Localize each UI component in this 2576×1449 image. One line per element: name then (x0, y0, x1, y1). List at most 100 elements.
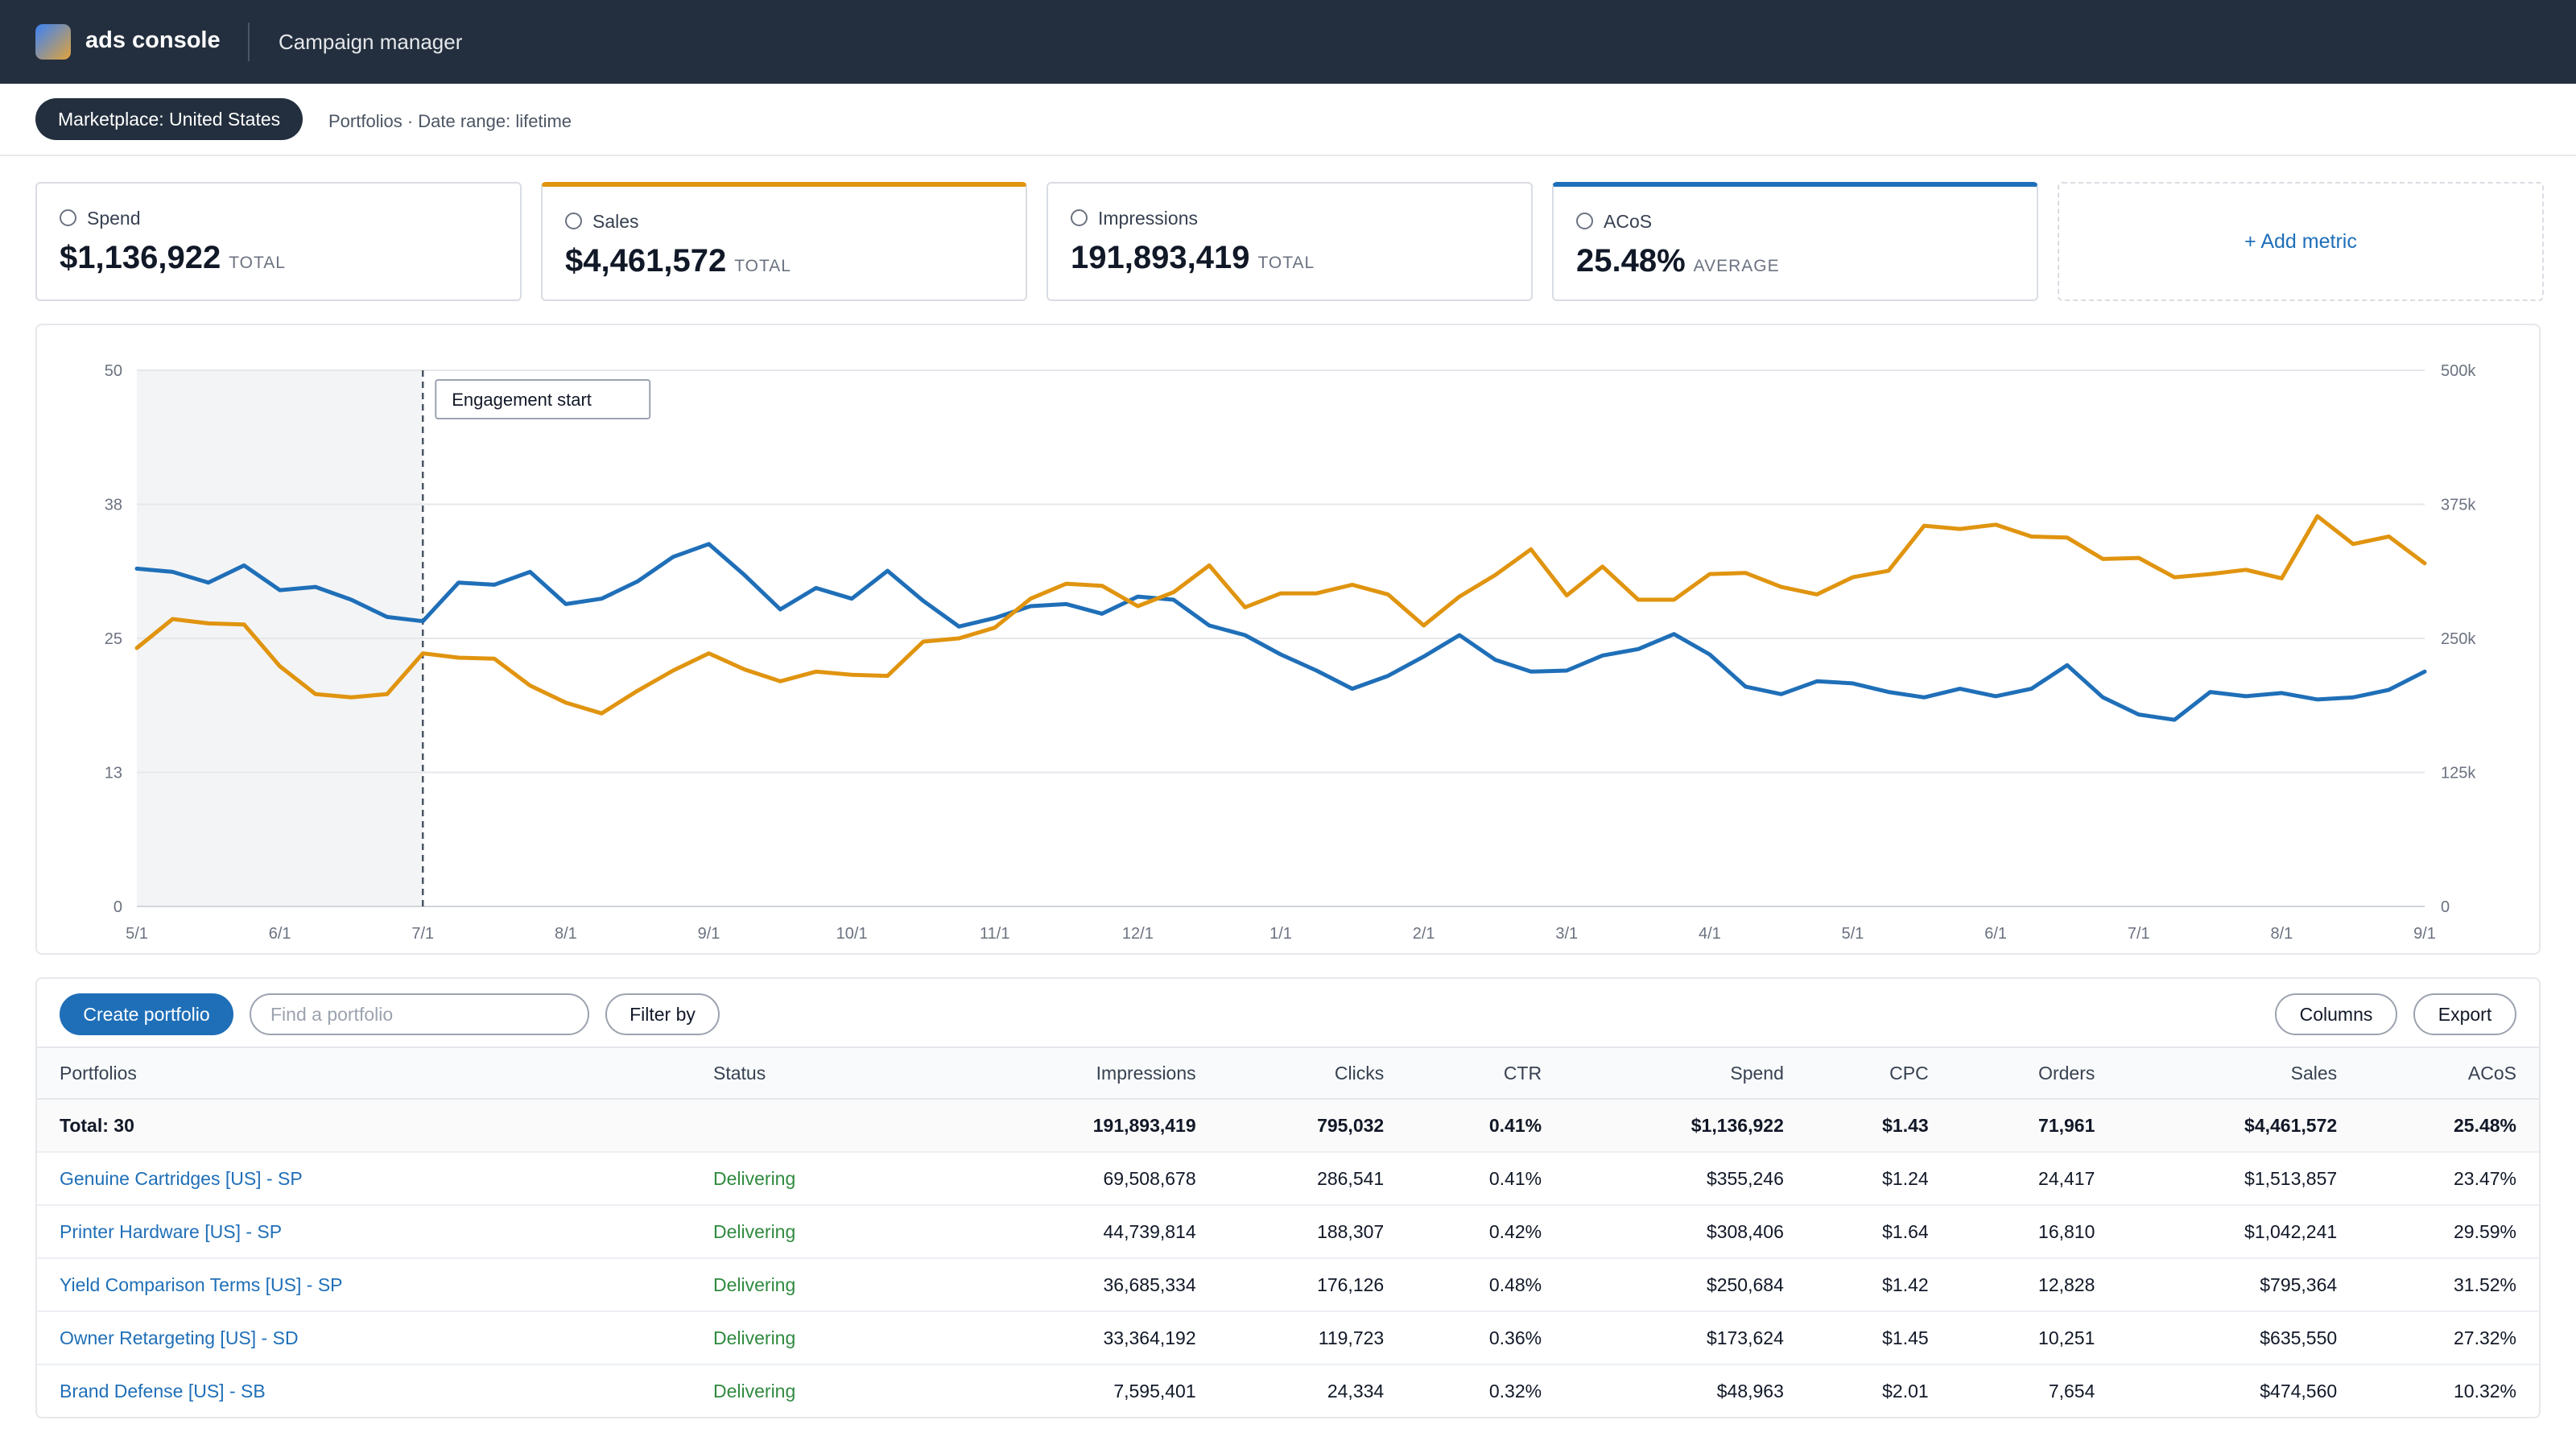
cell-sales: $4,461,572 (2117, 1099, 2360, 1153)
y-left-tick-label: 25 (105, 630, 122, 648)
y-right-tick-label: 375k (2441, 497, 2476, 514)
cell-clicks: 286,541 (1218, 1152, 1407, 1206)
cell-ctr: 0.36% (1406, 1311, 1565, 1365)
x-tick-label: 9/1 (698, 925, 720, 943)
cell-impressions: 191,893,419 (955, 1099, 1219, 1153)
x-tick-label: 10/1 (836, 925, 868, 943)
cell-spend: $308,406 (1564, 1205, 1806, 1259)
header-portfolios[interactable]: Portfolios (37, 1046, 713, 1100)
metric-label: ACoS (1604, 211, 1653, 232)
y-left-tick-label: 0 (114, 898, 122, 916)
header-sales[interactable]: Sales (2117, 1046, 2360, 1100)
brand-name: ads console (85, 27, 221, 53)
app-logo-icon (35, 24, 71, 60)
cell-spend: $1,136,922 (1564, 1099, 1806, 1153)
cell-ctr: 0.32% (1406, 1364, 1565, 1417)
header-cpc[interactable]: CPC (1806, 1046, 1951, 1100)
metric-radio[interactable] (1071, 209, 1088, 226)
cell-cpc: $1.64 (1806, 1205, 1951, 1259)
table-row: Printer Hardware [US] - SP Delivering 44… (37, 1205, 2539, 1259)
header-orders[interactable]: Orders (1951, 1046, 2118, 1100)
status-delivering: Delivering (713, 1311, 955, 1365)
metric-label: Impressions (1098, 208, 1198, 229)
cell-ctr: 0.42% (1406, 1205, 1565, 1259)
metric-radio[interactable] (60, 209, 76, 226)
cell-ctr: 0.48% (1406, 1258, 1565, 1312)
cell-acos: 25.48% (2359, 1099, 2539, 1153)
x-axis: 5/1 6/1 7/1 8/1 9/1 10/1 11/1 12/1 1/1 2/1 3/1 4/1 5… (126, 925, 2436, 943)
x-tick-label: 9/1 (2413, 925, 2436, 943)
cell-impressions: 36,685,334 (955, 1258, 1219, 1312)
table-header-row: Portfolios Status Impressions Clicks CTR… (37, 1046, 2539, 1100)
portfolio-link[interactable]: Genuine Cartridges [US] - SP (37, 1152, 713, 1206)
portfolio-link[interactable]: Brand Defense [US] - SB (37, 1364, 713, 1417)
x-tick-label: 5/1 (126, 925, 148, 943)
x-tick-label: 6/1 (269, 925, 291, 943)
header-impressions[interactable]: Impressions (955, 1046, 1219, 1100)
header-acos[interactable]: ACoS (2359, 1046, 2539, 1100)
metric-radio[interactable] (1576, 213, 1593, 229)
table-row: Owner Retargeting [US] - SD Delivering 3… (37, 1311, 2539, 1365)
status-delivering: Delivering (713, 1258, 955, 1312)
x-tick-label: 1/1 (1269, 925, 1292, 943)
metric-value: $1,136,922 TOTAL (60, 240, 286, 275)
y-left-tick-label: 13 (105, 765, 122, 782)
metric-card-sales[interactable]: Sales $4,461,572 TOTAL (541, 182, 1027, 301)
metric-card-spend[interactable]: Spend $1,136,922 TOTAL (35, 182, 522, 301)
cell-status (713, 1099, 955, 1153)
portfolio-link[interactable]: Printer Hardware [US] - SP (37, 1205, 713, 1259)
x-tick-label: 7/1 (411, 925, 434, 943)
cell-sales: $1,513,857 (2117, 1152, 2360, 1206)
cell-impressions: 44,739,814 (955, 1205, 1219, 1259)
cell-orders: 71,961 (1951, 1099, 2118, 1153)
x-tick-label: 8/1 (2270, 925, 2293, 943)
portfolio-table-card: Create portfolio Filter by Columns Expor… (35, 977, 2541, 1418)
portfolio-table: Portfolios Status Impressions Clicks CTR… (37, 1046, 2539, 1417)
header-status[interactable]: Status (713, 1046, 955, 1100)
metric-value: $4,461,572 TOTAL (565, 243, 791, 279)
export-button[interactable]: Export (2413, 993, 2516, 1035)
add-metric-card[interactable]: + Add metric (2058, 182, 2544, 301)
cell-sales: $474,560 (2117, 1364, 2360, 1417)
header-clicks[interactable]: Clicks (1218, 1046, 1407, 1100)
cell-total-label: Total: 30 (37, 1099, 713, 1153)
metric-value: 25.48% AVERAGE (1576, 243, 1780, 279)
status-delivering: Delivering (713, 1205, 955, 1259)
portfolio-link[interactable]: Yield Comparison Terms [US] - SP (37, 1258, 713, 1312)
cell-acos: 31.52% (2359, 1258, 2539, 1312)
top-bar: ads console Campaign manager (0, 0, 2576, 84)
performance-chart: 0 13 25 38 50 0 125k 250k 375k 500k 5/1 6/1 7/1 8/1… (35, 324, 2541, 955)
metric-unit: TOTAL (734, 257, 791, 275)
x-tick-label: 7/1 (2128, 925, 2150, 943)
status-delivering: Delivering (713, 1364, 955, 1417)
y-axis-right: 0 125k 250k 375k 500k (2441, 362, 2476, 916)
columns-button[interactable]: Columns (2275, 993, 2397, 1035)
x-tick-label: 12/1 (1122, 925, 1154, 943)
portfolio-link[interactable]: Owner Retargeting [US] - SD (37, 1311, 713, 1365)
metric-unit: TOTAL (1257, 254, 1315, 272)
cell-spend: $355,246 (1564, 1152, 1806, 1206)
create-portfolio-button[interactable]: Create portfolio (60, 993, 233, 1035)
cell-cpc: $1.42 (1806, 1258, 1951, 1312)
x-tick-label: 5/1 (1842, 925, 1864, 943)
y-right-tick-label: 250k (2441, 630, 2476, 648)
portfolio-search-input[interactable] (250, 993, 589, 1035)
cell-spend: $250,684 (1564, 1258, 1806, 1312)
x-tick-label: 3/1 (1555, 925, 1578, 943)
table-row: Genuine Cartridges [US] - SP Delivering … (37, 1152, 2539, 1206)
metric-card-acos[interactable]: ACoS 25.48% AVERAGE (1552, 182, 2038, 301)
x-tick-label: 8/1 (555, 925, 577, 943)
filter-by-button[interactable]: Filter by (605, 993, 720, 1035)
y-right-tick-label: 125k (2441, 765, 2476, 782)
cell-cpc: $1.45 (1806, 1311, 1951, 1365)
marketplace-selector[interactable]: Marketplace: United States (35, 98, 303, 140)
add-metric-label: + Add metric (2244, 229, 2357, 253)
metric-card-impressions[interactable]: Impressions 191,893,419 TOTAL (1046, 182, 1533, 301)
annotation-label: Engagement start (452, 390, 592, 410)
metric-radio[interactable] (565, 213, 582, 229)
top-bar-divider (248, 23, 250, 61)
header-spend[interactable]: Spend (1564, 1046, 1806, 1100)
header-ctr[interactable]: CTR (1406, 1046, 1565, 1100)
cell-spend: $173,624 (1564, 1311, 1806, 1365)
cell-clicks: 24,334 (1218, 1364, 1407, 1417)
